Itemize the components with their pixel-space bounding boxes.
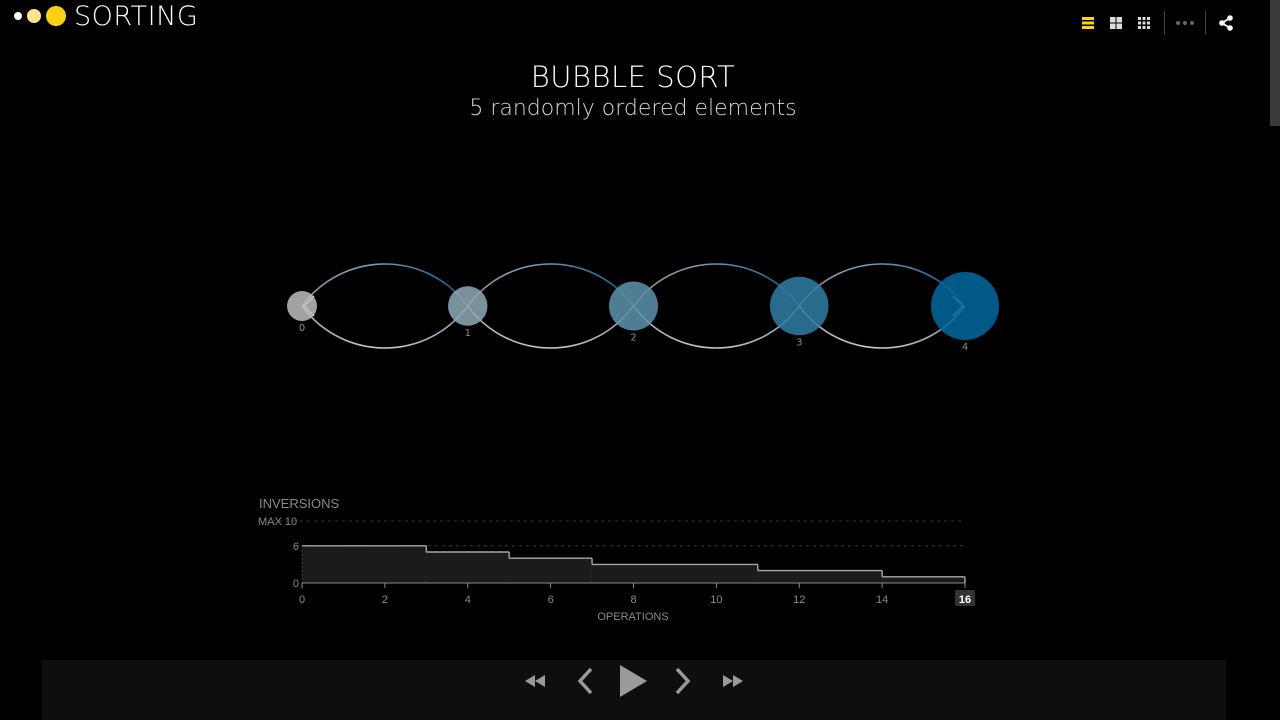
chart-x-tick-label: 14 (876, 594, 888, 606)
playback-controls (42, 660, 1226, 720)
scrollbar[interactable] (1268, 0, 1280, 720)
fast-forward-button[interactable] (718, 666, 748, 696)
element-label: 4 (962, 342, 968, 353)
swap-arc-bottom (467, 305, 635, 349)
rewind-icon (525, 675, 545, 687)
chart-max-label: MAX 10 (258, 516, 297, 528)
chart-y-tick-label: 6 (293, 541, 299, 553)
chart-x-tick-label: 4 (465, 594, 471, 606)
step-forward-icon (675, 667, 691, 695)
play-icon (620, 665, 647, 697)
swap-arc-top (467, 263, 635, 307)
chart-y-tick-label: 0 (293, 578, 299, 590)
play-button[interactable] (616, 665, 650, 697)
element-label: 1 (465, 328, 471, 339)
element-label: 0 (299, 323, 305, 334)
chart-x-axis-label: OPERATIONS (597, 611, 668, 623)
chart-x-tick-label: 0 (299, 594, 305, 606)
chart-x-tick-label: 6 (548, 594, 554, 606)
swap-arc-bottom (301, 305, 469, 349)
chart-title: INVERSIONS (259, 496, 340, 511)
inversions-chart: INVERSIONS MAX 10 0 2 4 6 8 10 12 14 16 0 6 OPERA… (258, 496, 975, 623)
element-label: 3 (796, 337, 802, 348)
chart-step-area (882, 576, 965, 583)
chart-x-tick-label: 2 (382, 594, 388, 606)
scrollbar-thumb[interactable] (1270, 0, 1280, 126)
chart-step-area (509, 558, 593, 583)
element-circle[interactable] (609, 281, 658, 331)
chart-x-tick-label: 10 (710, 594, 722, 606)
element-nodes: 0 1 2 3 4 (287, 272, 999, 353)
rewind-button[interactable] (520, 666, 550, 696)
element-circle[interactable] (931, 272, 999, 340)
chart-x-tick-label: 12 (793, 594, 805, 606)
element-circle[interactable] (448, 286, 488, 326)
app-root: SORTING BUBBLE SORT 5 randomly ordered e… (0, 0, 1280, 720)
chart-step-area (592, 564, 758, 583)
step-back-icon (577, 667, 593, 695)
step-forward-button[interactable] (668, 666, 698, 696)
swap-arc-top (301, 263, 469, 307)
chart-step-area (302, 545, 427, 583)
step-back-button[interactable] (570, 666, 600, 696)
current-step-label: 16 (959, 594, 971, 606)
chart-x-tick-label: 8 (630, 594, 636, 606)
element-circle[interactable] (770, 276, 829, 336)
chart-step-area (757, 570, 883, 583)
chart-step-area (426, 552, 510, 583)
element-circle[interactable] (287, 291, 317, 321)
element-label: 2 (630, 333, 636, 344)
fast-forward-icon (723, 675, 743, 687)
sorting-visualization: 01234 INVERSIONS MAX 10 0 2 4 6 8 10 12 14 16 06… (258, 263, 999, 623)
